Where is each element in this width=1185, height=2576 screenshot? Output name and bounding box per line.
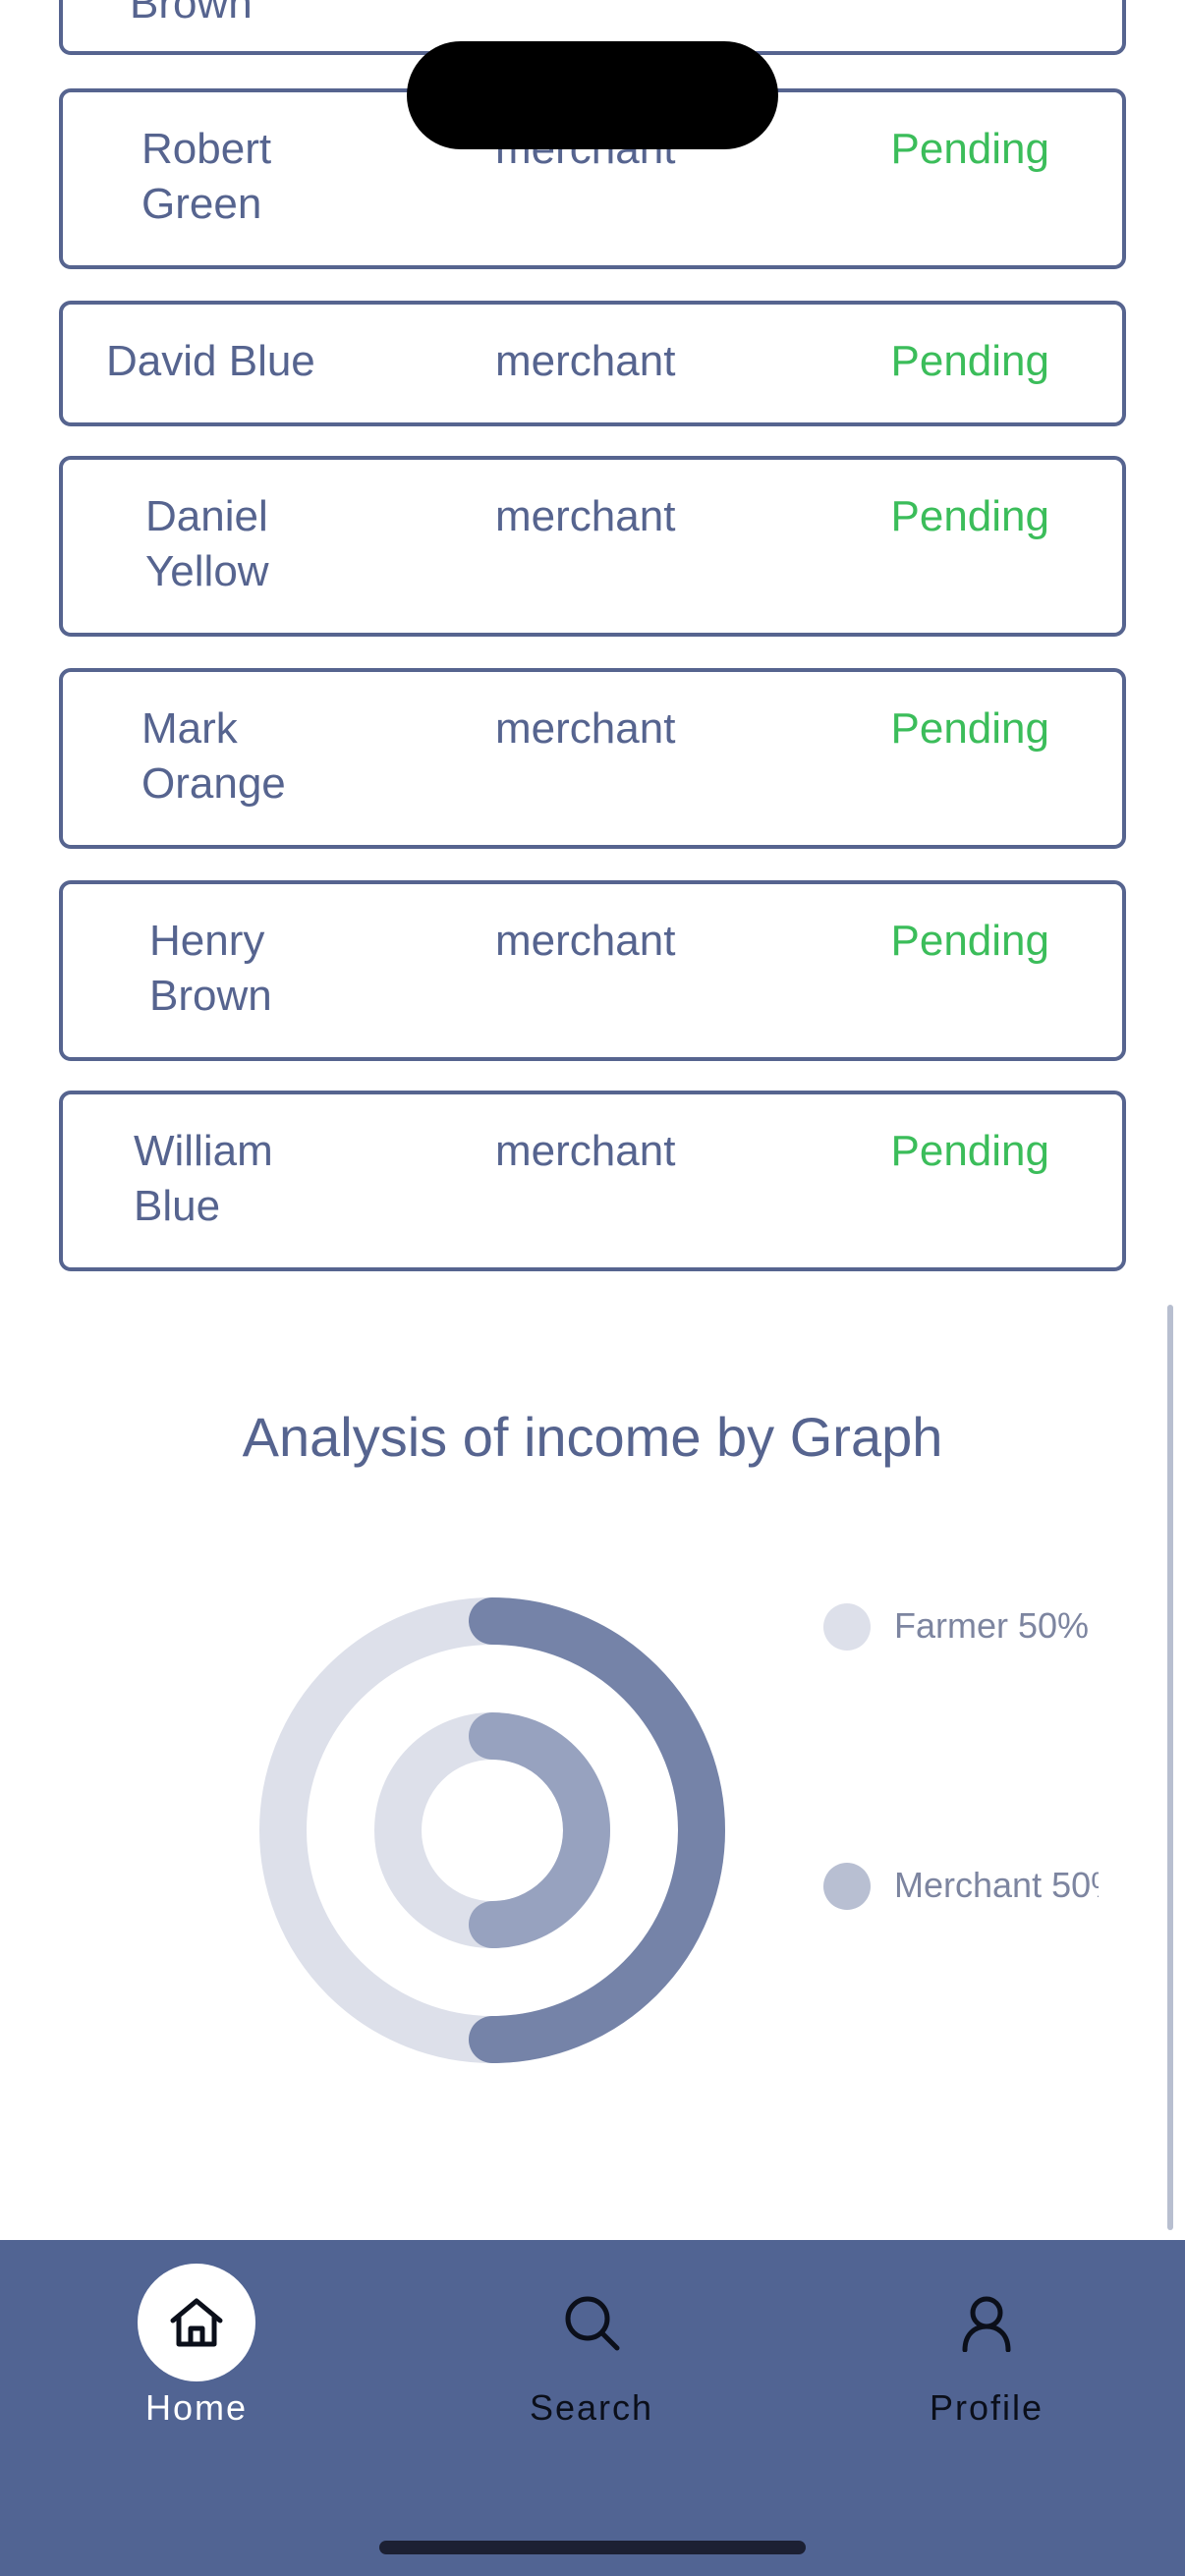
list-item-name: Brown: [130, 0, 253, 28]
home-icon: [170, 2298, 223, 2347]
status-badge: Pending: [890, 917, 1049, 965]
list-item-name: Henry Brown: [149, 917, 272, 1020]
status-badge: Pending: [890, 337, 1049, 385]
list-item-role: merchant: [495, 704, 676, 753]
nav-label-search: Search: [529, 2387, 654, 2428]
nav-label-home: Home: [144, 2387, 249, 2428]
inner-ring-segment: [469, 1712, 610, 1948]
graph-title: Analysis of income by Graph: [242, 1406, 943, 1468]
status-badge: Pending: [890, 125, 1049, 173]
list-item-name: Mark Orange: [141, 704, 286, 808]
income-donut-chart: [259, 1597, 725, 2063]
legend-item-farmer: Farmer 50%: [823, 1601, 1099, 1651]
legend-label-merchant: Merchant 50%: [894, 1865, 1099, 1905]
list-item-role: merchant: [495, 917, 676, 965]
list-item-name: Robert Green: [141, 125, 272, 228]
scroll-area[interactable]: Brown Robert Green merchant Pending Davi…: [0, 0, 1185, 2240]
list-item-role: merchant: [495, 337, 676, 385]
list-item-role: merchant: [495, 492, 676, 540]
status-badge: Pending: [890, 704, 1049, 753]
home-indicator: [379, 2541, 806, 2554]
status-badge: Pending: [890, 492, 1049, 540]
status-badge: Pending: [890, 1127, 1049, 1175]
list-item-role: merchant: [495, 1127, 676, 1175]
legend-label-farmer: Farmer 50%: [894, 1605, 1090, 1646]
nav-item-profile[interactable]: Profile: [869, 2264, 1104, 2440]
list-item[interactable]: Daniel Yellow merchant Pending: [59, 456, 1126, 637]
nav-item-home[interactable]: Home: [79, 2264, 314, 2440]
nav-icon-wrap-home: [138, 2264, 255, 2381]
list-item-name: William Blue: [134, 1127, 273, 1230]
legend-item-merchant: Merchant 50%: [823, 1861, 1099, 1910]
nav-icon-wrap-profile: [928, 2264, 1045, 2381]
bottom-nav: Home Search Profile: [0, 2240, 1185, 2576]
list-item-name: Daniel Yellow: [145, 492, 269, 595]
scrollbar[interactable]: [1167, 1305, 1173, 2230]
legend-dot-farmer: [823, 1603, 871, 1651]
nav-icon-wrap-search: [533, 2264, 650, 2381]
list-item[interactable]: Henry Brown merchant Pending: [59, 880, 1126, 1061]
dynamic-island: [407, 41, 778, 149]
list-item[interactable]: David Blue merchant Pending: [59, 301, 1126, 426]
list-item[interactable]: William Blue merchant Pending: [59, 1091, 1126, 1271]
legend-dot-merchant: [823, 1863, 871, 1910]
profile-icon: [962, 2296, 1011, 2352]
nav-item-search[interactable]: Search: [474, 2264, 709, 2440]
nav-label-profile: Profile: [929, 2387, 1044, 2428]
search-icon: [565, 2296, 620, 2351]
list-item[interactable]: Mark Orange merchant Pending: [59, 668, 1126, 849]
list-item-name: David Blue: [106, 337, 315, 385]
